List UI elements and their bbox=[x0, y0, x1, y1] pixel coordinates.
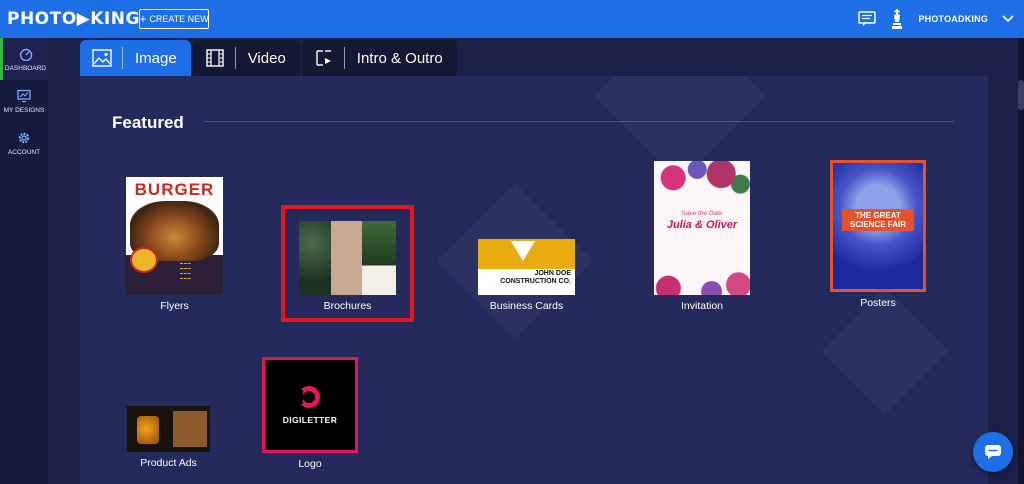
username[interactable]: PHOTOADKING bbox=[918, 14, 988, 24]
category-card-logo[interactable]: DIGILETTER Logo bbox=[262, 357, 358, 470]
intro-outro-icon bbox=[316, 50, 331, 66]
category-card-flyers[interactable]: BURGER ▬ ▬ ▬ ▬ ▬ ▬ ▬ ▬ ▬ ▬ ▬ ▬ Flyers bbox=[126, 177, 223, 312]
sidebar-item-label: ACCOUNT bbox=[7, 148, 41, 156]
top-right-controls: PHOTOADKING bbox=[858, 0, 1014, 38]
brand-logo[interactable]: PHOTO▶KING bbox=[7, 9, 140, 29]
category-label: Logo bbox=[298, 458, 322, 470]
honey-jar-image bbox=[137, 416, 159, 444]
top-bar: PHOTO▶KING + CREATE NEW PHOTOADKING bbox=[0, 0, 1024, 38]
tab-separator bbox=[122, 47, 123, 69]
business-card-thumbnail[interactable]: JOHN DOE CONSTRUCTION CO. bbox=[478, 239, 575, 295]
sidebar-item-dashboard[interactable]: DASHBOARD bbox=[0, 38, 48, 80]
category-label: Posters bbox=[860, 297, 896, 309]
selection-highlight: Brochures bbox=[281, 205, 414, 322]
media-tabs: Image Video Intro & Outro bbox=[80, 40, 459, 76]
logo-thumbnail[interactable]: DIGILETTER bbox=[265, 360, 355, 450]
tab-label: Image bbox=[135, 49, 177, 67]
category-label: Brochures bbox=[323, 300, 372, 312]
selection-highlight: THE GREAT SCIENCE FAIR bbox=[830, 160, 926, 292]
sidebar: DASHBOARD MY DESIGNS ACCOUNT bbox=[0, 38, 48, 484]
sidebar-item-label: DASHBOARD bbox=[4, 64, 47, 72]
business-card-text: JOHN DOE CONSTRUCTION CO. bbox=[500, 270, 571, 286]
poster-title: THE GREAT SCIENCE FAIR bbox=[842, 209, 914, 231]
tab-image[interactable]: Image bbox=[80, 40, 191, 76]
selection-highlight: DIGILETTER bbox=[262, 357, 358, 453]
film-icon bbox=[206, 49, 224, 67]
tab-label: Intro & Outro bbox=[356, 49, 443, 67]
business-card-name: JOHN DOE bbox=[534, 270, 571, 277]
monitor-icon bbox=[17, 89, 31, 102]
flower-decoration bbox=[654, 261, 750, 295]
chevron-down-icon[interactable] bbox=[1002, 15, 1014, 23]
flyer-title: BURGER bbox=[134, 180, 215, 199]
tab-label: Video bbox=[247, 49, 286, 67]
category-label: Flyers bbox=[160, 300, 189, 312]
category-card-product-ads[interactable]: Product Ads bbox=[127, 406, 210, 469]
tab-separator bbox=[343, 47, 345, 69]
section-divider bbox=[204, 121, 954, 122]
flower-decoration bbox=[654, 161, 750, 203]
create-new-button[interactable]: + CREATE NEW bbox=[139, 9, 209, 29]
product-ad-thumbnail[interactable] bbox=[127, 406, 210, 452]
category-label: Product Ads bbox=[140, 457, 197, 469]
dashboard-icon bbox=[19, 48, 32, 61]
invitation-subtitle: Save the Date bbox=[681, 210, 723, 217]
category-card-brochures[interactable]: Brochures bbox=[281, 205, 414, 322]
invitation-names: Julia & Oliver bbox=[666, 219, 738, 231]
image-icon bbox=[92, 49, 112, 67]
section-title: Featured bbox=[112, 113, 184, 132]
burger-badge-icon bbox=[130, 247, 158, 273]
sidebar-item-account[interactable]: ACCOUNT bbox=[0, 122, 48, 164]
tab-intro-outro[interactable]: Intro & Outro bbox=[301, 40, 457, 76]
create-new-label: CREATE NEW bbox=[149, 14, 209, 24]
logo-mark-cutout bbox=[295, 390, 303, 404]
tab-separator bbox=[234, 47, 236, 69]
product-box bbox=[173, 411, 207, 447]
business-card-company: CONSTRUCTION CO. bbox=[500, 278, 571, 285]
brochure-panel bbox=[299, 221, 331, 295]
brand-triangle-icon bbox=[511, 241, 535, 261]
chat-icon bbox=[985, 445, 1001, 459]
invitation-thumbnail[interactable]: Save the Date Julia & Oliver bbox=[654, 161, 750, 295]
message-icon[interactable] bbox=[858, 11, 877, 27]
sidebar-item-my-designs[interactable]: MY DESIGNS bbox=[0, 80, 48, 122]
category-card-invitation[interactable]: Save the Date Julia & Oliver Invitation bbox=[654, 161, 750, 312]
brochure-thumbnail[interactable] bbox=[299, 221, 396, 295]
category-label: Invitation bbox=[680, 300, 724, 312]
gear-icon bbox=[18, 132, 30, 143]
flyer-thumbnail[interactable]: BURGER ▬ ▬ ▬ ▬ ▬ ▬ ▬ ▬ ▬ ▬ ▬ ▬ bbox=[126, 177, 223, 295]
category-card-posters[interactable]: THE GREAT SCIENCE FAIR Posters bbox=[830, 160, 926, 309]
king-chess-icon bbox=[892, 9, 903, 29]
chat-button[interactable] bbox=[973, 432, 1013, 472]
plus-icon: + bbox=[139, 12, 147, 26]
sidebar-item-label: MY DESIGNS bbox=[3, 106, 45, 114]
tab-video[interactable]: Video bbox=[192, 40, 300, 76]
brochure-panel bbox=[331, 221, 362, 295]
content-panel: Featured BURGER ▬ ▬ ▬ ▬ ▬ ▬ ▬ ▬ ▬ ▬ ▬ ▬ Fly… bbox=[80, 76, 988, 484]
flyer-menu-lines: ▬ ▬ ▬ ▬ ▬ ▬ ▬ ▬ ▬ ▬ ▬ ▬ bbox=[180, 261, 191, 280]
scrollbar-thumb[interactable] bbox=[1018, 80, 1024, 110]
logo-text: DIGILETTER bbox=[282, 415, 338, 425]
category-label: Business Cards bbox=[489, 300, 564, 312]
category-card-business-cards[interactable]: JOHN DOE CONSTRUCTION CO. Business Cards bbox=[478, 239, 575, 312]
brochure-panel bbox=[362, 221, 396, 295]
poster-thumbnail[interactable]: THE GREAT SCIENCE FAIR bbox=[833, 163, 923, 289]
